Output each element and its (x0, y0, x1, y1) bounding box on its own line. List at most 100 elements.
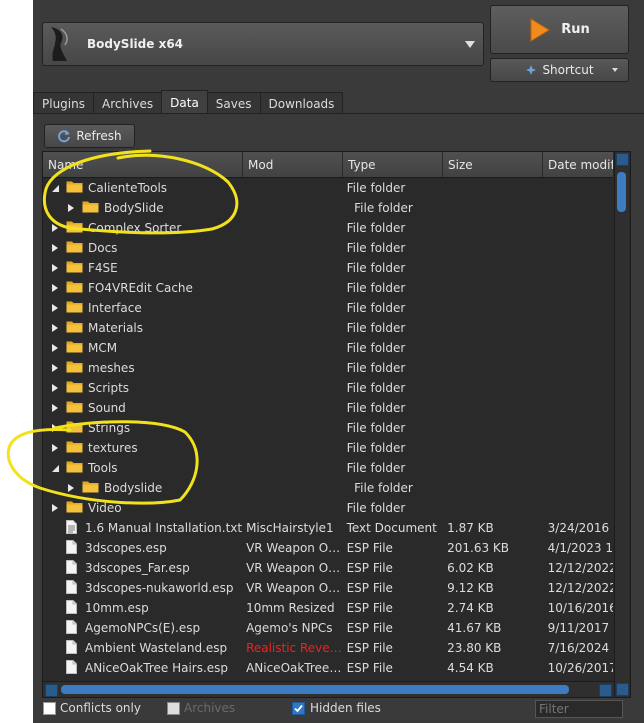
scroll-down-button[interactable] (616, 683, 629, 696)
expand-icon[interactable] (48, 421, 62, 435)
collapse-icon[interactable] (48, 181, 62, 195)
archives-checkbox[interactable] (167, 702, 180, 715)
run-button[interactable]: Run (490, 5, 629, 54)
tree-row[interactable]: Complex Sorter File folder (43, 218, 613, 238)
expand-icon[interactable] (48, 241, 62, 255)
tree-row[interactable]: Sound File folder (43, 398, 613, 418)
tree-row[interactable]: FO4VREdit Cache File folder (43, 278, 613, 298)
horizontal-scroll-thumb[interactable] (61, 685, 569, 694)
tree-row[interactable]: meshes File folder (43, 358, 613, 378)
file-icon (66, 659, 77, 677)
column-type[interactable]: Type (343, 152, 443, 177)
expand-icon[interactable] (48, 441, 62, 455)
tree-row[interactable]: Scripts File folder (43, 378, 613, 398)
expand-icon[interactable] (48, 341, 62, 355)
tab-plugins[interactable]: Plugins (33, 92, 94, 114)
tree-row[interactable]: BodySlide File folder (43, 198, 613, 218)
conflicts-only-checkbox[interactable] (43, 702, 56, 715)
name-cell: CalienteTools (43, 180, 243, 196)
folder-icon (66, 380, 83, 396)
tree-row[interactable]: MCM File folder (43, 338, 613, 358)
shortcut-icon (526, 65, 537, 75)
executable-label: BodySlide x64 (87, 37, 184, 51)
row-type: ESP File (346, 561, 393, 575)
tree-row[interactable]: F4SE File folder (43, 258, 613, 278)
data-tree-view[interactable]: Name Mod Type Size Date modifie Caliente… (42, 151, 631, 698)
row-type: File folder (354, 201, 413, 215)
scroll-up-button[interactable] (616, 153, 629, 166)
vertical-scroll-thumb[interactable] (617, 172, 626, 212)
scroll-right-button[interactable] (599, 684, 612, 697)
row-size: 41.67 KB (447, 621, 502, 635)
column-name[interactable]: Name (43, 152, 243, 177)
name-cell: FO4VREdit Cache (43, 280, 243, 296)
collapse-icon[interactable] (48, 461, 62, 475)
tab-downloads[interactable]: Downloads (259, 92, 344, 114)
tree-row[interactable]: CalienteTools File folder (43, 178, 613, 198)
expand-icon[interactable] (48, 221, 62, 235)
hidden-files-checkbox[interactable] (292, 702, 305, 715)
horizontal-scrollbar[interactable] (43, 681, 614, 697)
chevron-down-icon[interactable] (465, 40, 475, 48)
tree-row[interactable]: Materials File folder (43, 318, 613, 338)
executable-select[interactable]: BodySlide x64 (42, 22, 484, 66)
tree-row[interactable]: AgemoNPCs(E).esp Agemo's NPCs ESP File 41.6… (43, 618, 613, 638)
tree-row[interactable]: 1.6 Manual Installation.txt MiscHairstyle… (43, 518, 613, 538)
row-date: 12/12/2022 4 (547, 581, 613, 595)
tree-row[interactable]: Bodyslide File folder (43, 478, 613, 498)
expand-icon[interactable] (48, 261, 62, 275)
tree-row[interactable]: 3dscopes_Far.esp VR Weapon Ov... ESP File 6… (43, 558, 613, 578)
expand-icon[interactable] (64, 481, 78, 495)
column-size[interactable]: Size (443, 152, 543, 177)
tree-row[interactable]: textures File folder (43, 438, 613, 458)
tree-row[interactable]: Docs File folder (43, 238, 613, 258)
tree-row[interactable]: 3dscopes.esp VR Weapon Ov... ESP File 201.6… (43, 538, 613, 558)
expand-icon[interactable] (48, 281, 62, 295)
row-name: 1.6 Manual Installation.txt (85, 521, 243, 535)
row-date: 10/16/2016 5 (547, 601, 613, 615)
tab-archives[interactable]: Archives (92, 92, 163, 114)
tree-row[interactable]: 10mm.esp 10mm Resized ESP File 2.74 KB 10/16… (43, 598, 613, 618)
name-cell: ANiceOakTree Hairs.esp (43, 659, 243, 677)
tree-row[interactable]: Video File folder (43, 498, 613, 518)
expand-icon[interactable] (48, 301, 62, 315)
vertical-scrollbar[interactable] (614, 152, 629, 697)
tree-row[interactable]: ANiceOakTree Hairs.esp ANiceOakTree's... E… (43, 658, 613, 678)
file-icon (66, 559, 77, 577)
scroll-left-button[interactable] (45, 684, 58, 697)
expand-icon[interactable] (48, 321, 62, 335)
row-type: File folder (346, 441, 406, 455)
name-cell: Bodyslide (43, 480, 253, 496)
row-name: Complex Sorter (88, 221, 182, 235)
tree-row[interactable]: Strings File folder (43, 418, 613, 438)
tree-row[interactable]: Tools File folder (43, 458, 613, 478)
name-cell: Materials (43, 320, 243, 336)
tree-row[interactable]: 3dscopes-nukaworld.esp VR Weapon Ov... ESP… (43, 578, 613, 598)
folder-icon (66, 360, 83, 376)
expand-icon[interactable] (64, 201, 78, 215)
row-date: 3/24/2016 2:0 (547, 521, 613, 535)
filter-input[interactable] (535, 700, 623, 718)
caret-down-icon[interactable] (612, 68, 618, 72)
refresh-button[interactable]: Refresh (44, 124, 135, 148)
shortcut-button[interactable]: Shortcut (490, 58, 629, 82)
tab-data[interactable]: Data (161, 90, 208, 114)
row-name: textures (88, 441, 138, 455)
name-cell: 3dscopes-nukaworld.esp (43, 579, 243, 597)
row-name: 3dscopes.esp (85, 541, 167, 555)
row-name: FO4VREdit Cache (88, 281, 193, 295)
expand-icon[interactable] (48, 381, 62, 395)
tab-saves[interactable]: Saves (206, 92, 261, 114)
expand-icon[interactable] (48, 501, 62, 515)
tree-row[interactable]: Ambient Wasteland.esp Realistic Reverb...… (43, 638, 613, 658)
left-strip (0, 0, 33, 723)
expand-icon[interactable] (48, 401, 62, 415)
column-mod[interactable]: Mod (243, 152, 343, 177)
column-date-modified[interactable]: Date modifie (543, 152, 613, 177)
row-name: Video (88, 501, 122, 515)
tree-row[interactable]: Interface File folder (43, 298, 613, 318)
expand-icon[interactable] (48, 361, 62, 375)
